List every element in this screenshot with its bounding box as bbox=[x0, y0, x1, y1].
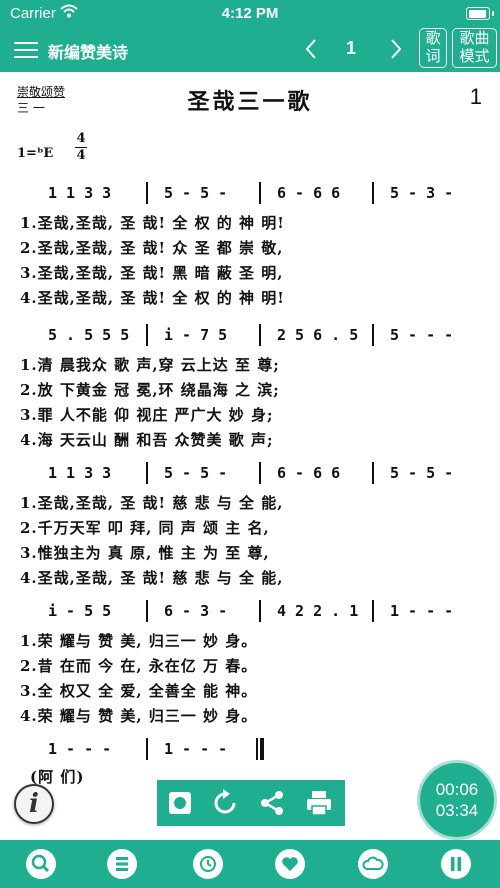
measure: 1 - - - bbox=[48, 740, 112, 758]
playback-toolbar bbox=[157, 780, 345, 826]
barline bbox=[372, 462, 374, 484]
bottom-bar bbox=[0, 840, 500, 888]
app-title: 新编赞美诗 bbox=[48, 45, 129, 62]
lyric-line: 1.圣哉,圣哉, 圣 哉! 全 权 的 神 明! bbox=[20, 214, 285, 232]
playback-timer[interactable]: 00:06 03:34 bbox=[417, 760, 497, 840]
notes-row: 5 . 5 5 5 i - 7 5 2 5 6 . 5 5 - - - bbox=[0, 326, 500, 350]
final-barline bbox=[256, 738, 258, 760]
lyric-line: 3.罪 人不能 仰 视庄 严广大 妙 身; bbox=[20, 406, 274, 424]
notes-row: i - 5 5 6 - 3 - 4 2 2 . 1 1 - - - bbox=[0, 602, 500, 626]
measure: 1 1 3 3 bbox=[48, 464, 112, 482]
lyric-line: 4.圣哉,圣哉, 圣 哉! 全 权 的 神 明! bbox=[20, 289, 285, 307]
measure: 5 - 5 - bbox=[164, 184, 228, 202]
song-mode-button[interactable]: 歌曲 模式 bbox=[452, 28, 497, 68]
app-header: 新编赞美诗 1 歌词 歌曲 模式 bbox=[0, 28, 500, 72]
barline bbox=[146, 182, 148, 204]
share-icon[interactable] bbox=[257, 788, 287, 818]
lyric-line: 1.圣哉,圣哉, 圣 哉! 慈 悲 与 全 能, bbox=[20, 494, 284, 512]
lyric-line: 3.惟独主为 真 原, 惟 主 为 至 尊, bbox=[20, 544, 270, 562]
barline bbox=[259, 182, 261, 204]
key-signature: 1=ᵇE bbox=[17, 146, 54, 161]
lyrics-button[interactable]: 歌词 bbox=[419, 28, 447, 68]
time-signature: 4 4 bbox=[75, 132, 87, 163]
total-time: 03:34 bbox=[435, 801, 479, 820]
barline bbox=[146, 324, 148, 346]
measure: 6 - 6 6 bbox=[277, 464, 341, 482]
barline bbox=[146, 738, 148, 760]
search-icon[interactable] bbox=[26, 849, 56, 879]
page-number: 1 bbox=[346, 38, 357, 58]
measure: i - 7 5 bbox=[164, 326, 228, 344]
mode-button-line2: 模式 bbox=[459, 48, 490, 65]
lyric-line: 3.圣哉,圣哉, 圣 哉! 黑 暗 蔽 圣 明, bbox=[20, 264, 284, 282]
lyric-line: 2.昔 在而 今 在, 永在亿 万 春。 bbox=[20, 657, 258, 675]
time-sig-bottom: 4 bbox=[76, 148, 86, 163]
barline bbox=[146, 462, 148, 484]
barline bbox=[259, 600, 261, 622]
barline bbox=[146, 600, 148, 622]
measure: 5 - 5 - bbox=[390, 464, 454, 482]
record-icon[interactable] bbox=[165, 788, 195, 818]
barline bbox=[372, 600, 374, 622]
lyric-line: 1.清 晨我众 歌 声,穿 云上达 至 尊; bbox=[20, 356, 280, 374]
history-icon[interactable] bbox=[193, 849, 223, 879]
barline bbox=[259, 462, 261, 484]
final-barline-thick bbox=[260, 738, 264, 760]
lyric-line: 2.放 下黄金 冠 冕,环 绕晶海 之 滨; bbox=[20, 381, 280, 399]
pause-icon[interactable] bbox=[441, 849, 471, 879]
status-time: 4:12 PM bbox=[221, 5, 279, 22]
lyric-line: 4.荣 耀与 赞 美, 归三一 妙 身。 bbox=[20, 707, 258, 725]
lyric-line: 4.圣哉,圣哉, 圣 哉! 慈 悲 与 全 能, bbox=[20, 569, 284, 587]
measure: 1 - - - bbox=[164, 740, 228, 758]
lyrics-button-label: 歌词 bbox=[425, 30, 441, 65]
notes-row: 1 1 3 3 5 - 5 - 6 - 6 6 5 - 3 - bbox=[0, 184, 500, 208]
barline bbox=[372, 324, 374, 346]
measure: 5 - - - bbox=[390, 326, 454, 344]
print-icon[interactable] bbox=[304, 788, 334, 818]
measure: 5 . 5 5 5 bbox=[48, 326, 130, 344]
prev-page-button[interactable] bbox=[303, 36, 319, 62]
measure: 1 - - - bbox=[390, 602, 454, 620]
measure: i - 5 5 bbox=[48, 602, 112, 620]
battery-icon bbox=[466, 7, 494, 20]
elapsed-time: 00:06 bbox=[435, 780, 479, 799]
measure: 6 - 3 - bbox=[164, 602, 228, 620]
next-page-button[interactable] bbox=[388, 36, 404, 62]
time-sig-top: 4 bbox=[76, 131, 86, 146]
measure: 5 - 3 - bbox=[390, 184, 454, 202]
list-icon[interactable] bbox=[107, 849, 137, 879]
notes-row: 1 - - - 1 - - - bbox=[0, 740, 500, 764]
lyric-line: 2.千万天军 叩 拜, 同 声 颂 主 名, bbox=[20, 519, 270, 537]
measure: 4 2 2 . 1 bbox=[277, 602, 359, 620]
measure: 5 - 5 - bbox=[164, 464, 228, 482]
measure: 6 - 6 6 bbox=[277, 184, 341, 202]
notes-row: 1 1 3 3 5 - 5 - 6 - 6 6 5 - 5 - bbox=[0, 464, 500, 488]
lyric-line: 2.圣哉,圣哉, 圣 哉! 众 圣 都 崇 敬, bbox=[20, 239, 284, 257]
status-bar: Carrier 4:12 PM bbox=[0, 0, 500, 28]
lyric-line: 1.荣 耀与 赞 美, 归三一 妙 身。 bbox=[20, 632, 258, 650]
barline bbox=[259, 324, 261, 346]
replay-icon[interactable] bbox=[210, 788, 240, 818]
info-icon[interactable]: i bbox=[14, 784, 54, 824]
barline bbox=[372, 182, 374, 204]
heart-icon[interactable] bbox=[275, 849, 305, 879]
lyric-line: 3.全 权又 全 爱, 全善全 能 神。 bbox=[20, 682, 258, 700]
lyric-line: 4.海 天云山 酬 和吾 众赞美 歌 声; bbox=[20, 431, 274, 449]
measure: 1 1 3 3 bbox=[48, 184, 112, 202]
mode-button-line1: 歌曲 bbox=[459, 30, 490, 47]
measure: 2 5 6 . 5 bbox=[277, 326, 359, 344]
cloud-icon[interactable] bbox=[358, 849, 388, 879]
song-title: 圣哉三一歌 bbox=[187, 89, 313, 115]
score-sheet: 崇敬颂赞 三 一 圣哉三一歌 1 1=ᵇE 4 4 1 1 3 3 5 - 5 … bbox=[0, 72, 500, 840]
menu-icon[interactable] bbox=[14, 40, 38, 60]
song-number: 1 bbox=[469, 84, 482, 109]
